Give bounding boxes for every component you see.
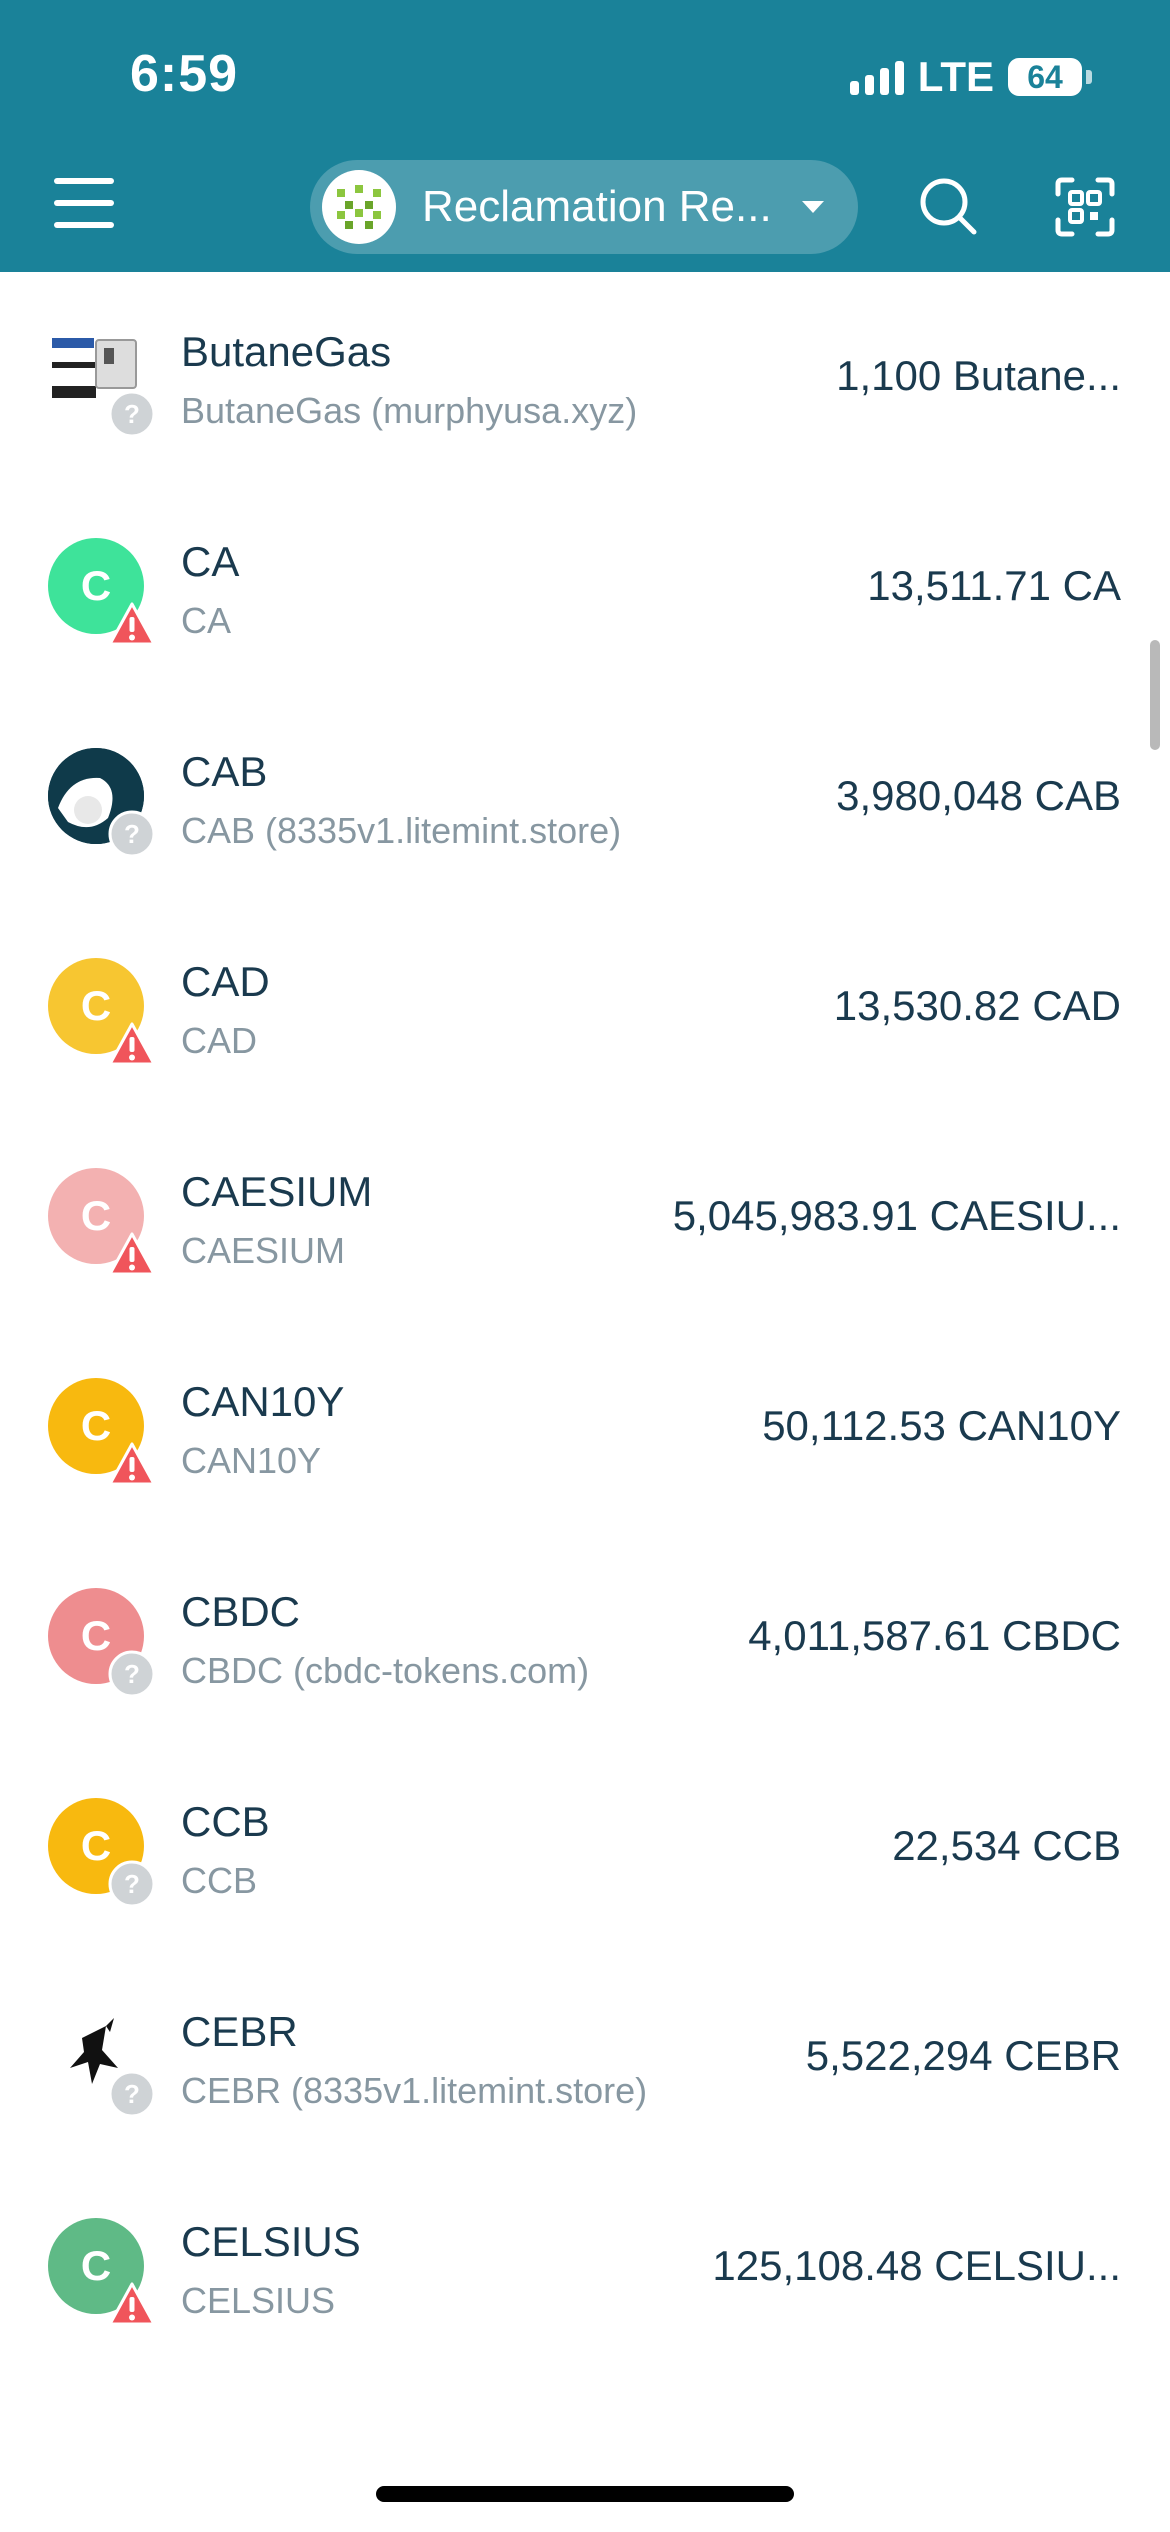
token-row[interactable]: C CELSIUS CELSIUS 125,108.48 CELSIU... [0,2162,1170,2372]
token-balance: 1,100 Butane... [836,352,1121,399]
token-subtitle: ButaneGas (murphyusa.xyz) [181,390,638,431]
token-name: CBDC [181,1588,301,1635]
token-balance: 5,045,983.91 CAESIU... [672,1192,1121,1239]
battery-level: 64 [1027,58,1063,95]
token-balance: 22,534 CCB [892,1822,1121,1869]
token-row[interactable]: ? CEBR CEBR (8335v1.litemint.store) 5,522,2… [0,1952,1170,2162]
token-balance: 13,530.82 CAD [833,982,1121,1029]
token-subtitle: CA [181,600,232,641]
token-letter: C [80,2242,112,2289]
svg-text:?: ? [124,819,140,849]
warning-icon [108,1022,156,1066]
token-subtitle: CELSIUS [181,2280,336,2321]
warning-icon [108,1442,156,1486]
token-subtitle: CEBR (8335v1.litemint.store) [181,2070,648,2111]
token-row[interactable]: C CAESIUM CAESIUM 5,045,983.91 CAESIU... [0,1112,1170,1322]
token-list: ? ButaneGas ButaneGas (murphyusa.xyz) 1,100… [0,272,1170,2372]
question-icon: ? [108,390,156,438]
question-icon: ? [108,1860,156,1908]
app-header: 6:59 LTE 64 Reclamation Re... [0,0,1170,272]
token-letter: C [80,1822,112,1869]
token-name: CAD [181,958,270,1005]
warning-icon [108,602,156,646]
token-balance: 3,980,048 CAB [836,772,1121,819]
token-letter: C [80,1402,112,1449]
home-indicator[interactable] [376,2486,794,2502]
svg-text:?: ? [124,2079,140,2109]
token-letter: C [80,1192,112,1239]
token-name: CAESIUM [181,1168,373,1215]
menu-icon[interactable] [54,178,114,228]
token-name: CA [181,538,240,585]
question-icon: ? [108,1650,156,1698]
token-name: CCB [181,1798,270,1845]
token-row[interactable]: C CA CA 13,511.71 CA [0,482,1170,692]
token-row[interactable]: C? CBDC CBDC (cbdc-tokens.com) 4,011,587.61… [0,1532,1170,1742]
token-balance: 50,112.53 CAN10Y [762,1402,1121,1449]
wallet-avatar-icon [322,170,396,244]
token-balance: 125,108.48 CELSIU... [712,2242,1121,2289]
chevron-down-icon [801,201,824,213]
token-letter: C [80,982,112,1029]
token-letter: C [80,1612,112,1659]
signal-icon [849,59,904,95]
network-label: LTE [917,53,994,100]
scrollbar[interactable] [1150,640,1160,750]
token-subtitle: CAD [181,1020,258,1061]
warning-icon [108,1232,156,1276]
token-balance: 13,511.71 CA [867,562,1121,609]
question-icon: ? [108,2070,156,2118]
token-name: CEBR [181,2008,298,2055]
token-row[interactable]: ? CAB CAB (8335v1.litemint.store) 3,980,048… [0,692,1170,902]
token-row[interactable]: ? ButaneGas ButaneGas (murphyusa.xyz) 1,100… [0,272,1170,482]
status-indicators: LTE 64 [849,50,1092,104]
battery-icon: 64 [1008,58,1082,96]
svg-text:?: ? [124,399,140,429]
token-balance: 4,011,587.61 CBDC [748,1612,1121,1659]
warning-icon [108,2282,156,2326]
token-name: ButaneGas [181,328,392,375]
search-icon[interactable] [918,176,978,236]
token-subtitle: CCB [181,1860,258,1901]
token-row[interactable]: C? CCB CCB 22,534 CCB [0,1742,1170,1952]
token-subtitle: CAN10Y [181,1440,322,1481]
token-subtitle: CAESIUM [181,1230,346,1271]
token-letter: C [80,562,112,609]
scan-icon[interactable] [1054,176,1116,238]
svg-text:?: ? [124,1659,140,1689]
svg-text:?: ? [124,1869,140,1899]
wallet-name: Reclamation Re... [422,182,772,231]
token-subtitle: CAB (8335v1.litemint.store) [181,810,622,851]
status-time: 6:59 [130,45,239,103]
question-icon: ? [108,810,156,858]
wallet-selector[interactable]: Reclamation Re... [310,160,858,254]
token-name: CAB [181,748,268,795]
token-row[interactable]: C CAD CAD 13,530.82 CAD [0,902,1170,1112]
token-subtitle: CBDC (cbdc-tokens.com) [181,1650,590,1691]
battery-cap [1086,70,1092,84]
token-name: CAN10Y [181,1378,345,1425]
token-balance: 5,522,294 CEBR [805,2032,1121,2079]
token-row[interactable]: C CAN10Y CAN10Y 50,112.53 CAN10Y [0,1322,1170,1532]
token-name: CELSIUS [181,2218,361,2265]
